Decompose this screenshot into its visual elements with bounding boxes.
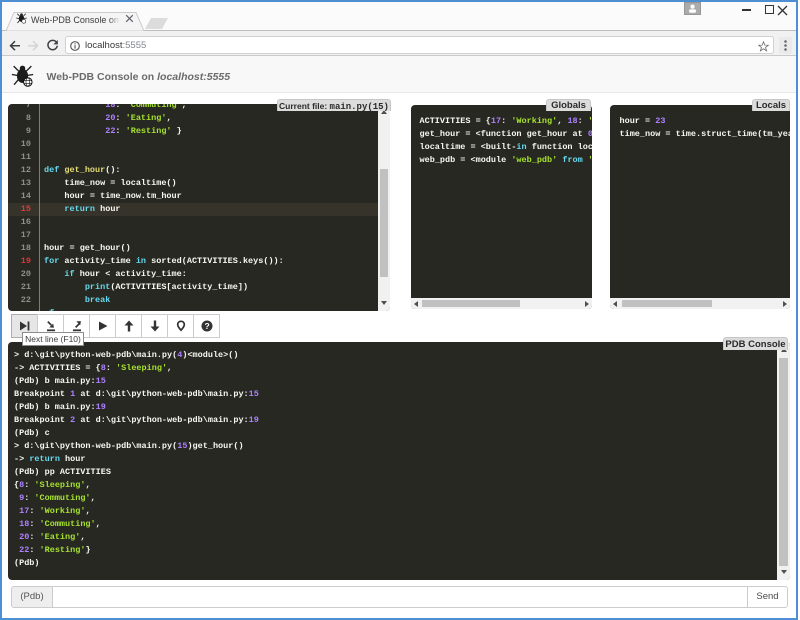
svg-text:?: ? (204, 321, 209, 331)
